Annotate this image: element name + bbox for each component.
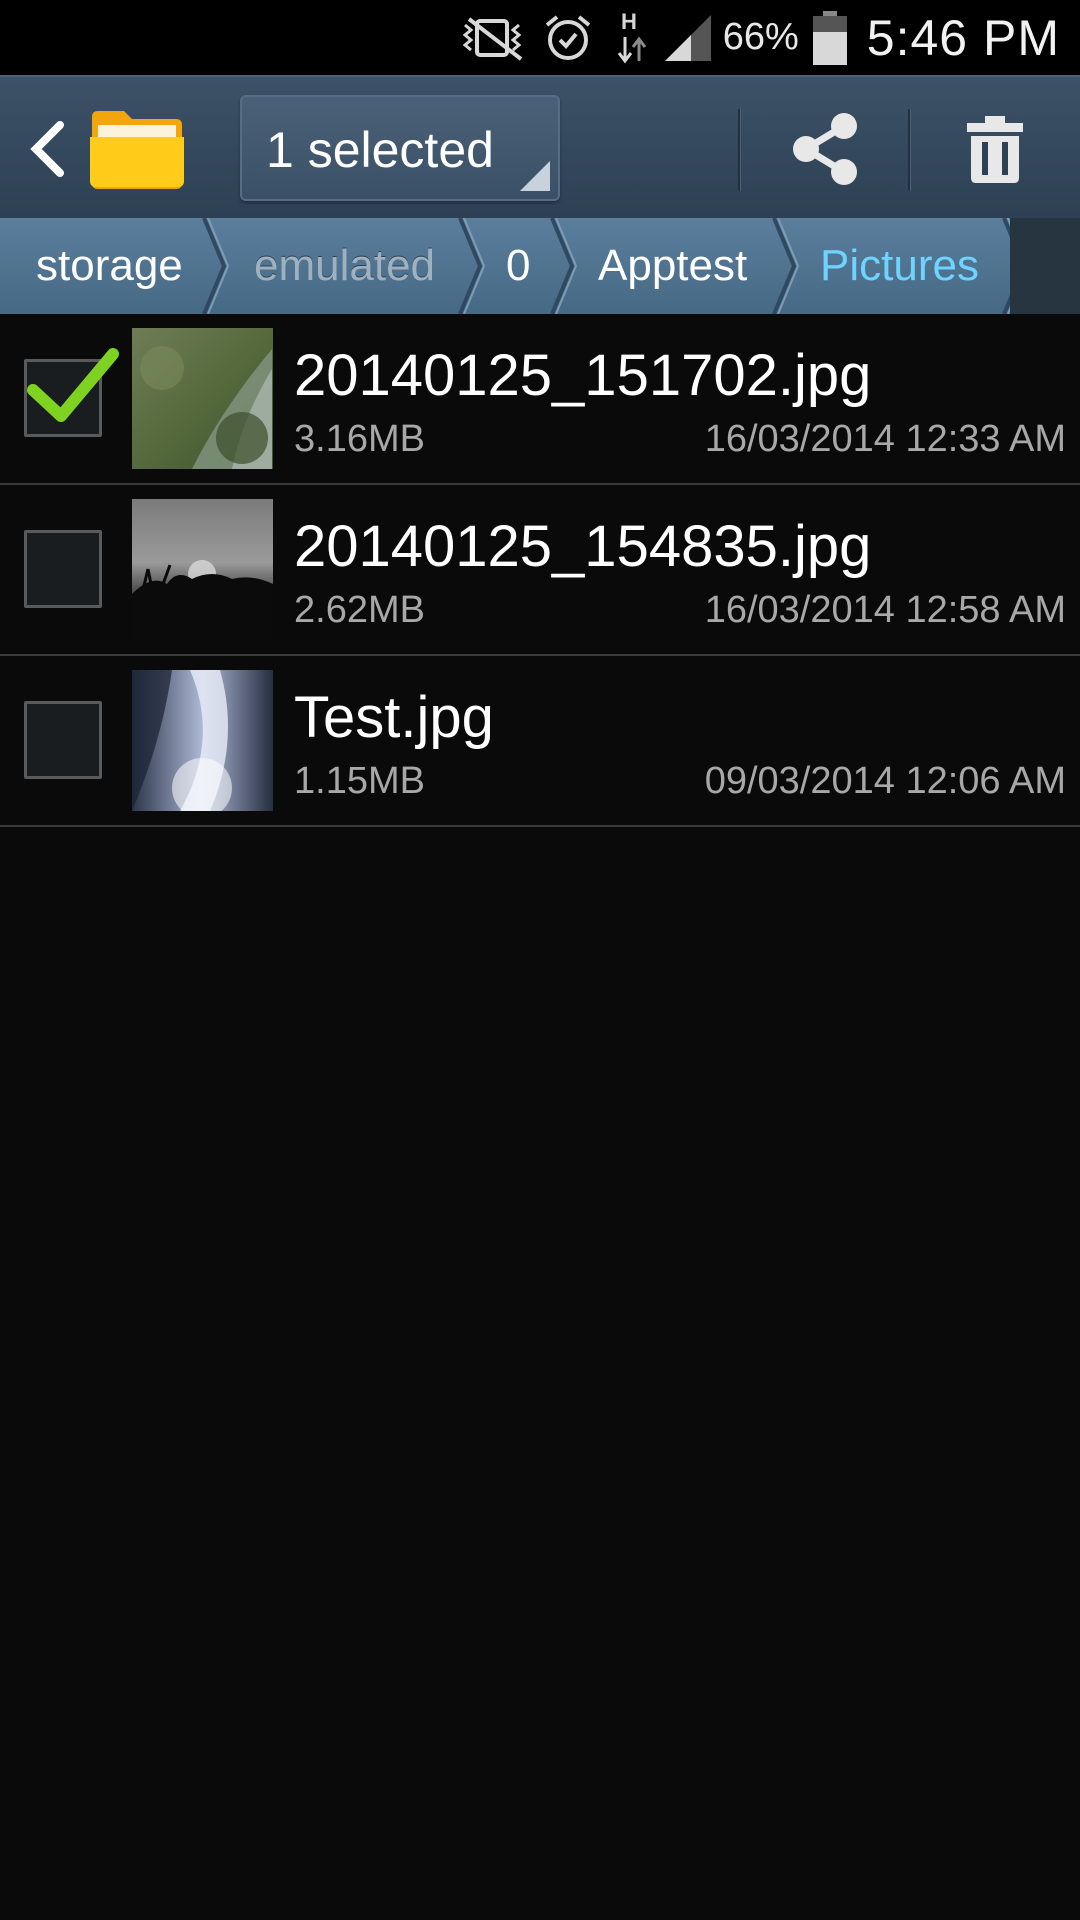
checkmark-icon [27,348,119,422]
clock: 5:46 PM [866,9,1060,66]
breadcrumb-item-emulated[interactable]: emulated [254,218,435,314]
file-thumbnail [132,499,273,640]
file-name: Test.jpg [294,685,494,750]
action-bar: 1 selected [0,75,1080,218]
breadcrumb: storage emulated 0 Apptest Pictures [0,218,1080,314]
breadcrumb-separator-icon [202,218,230,314]
file-date: 16/03/2014 12:33 AM [704,418,1066,460]
hspa-data-icon: H [615,0,649,75]
file-size: 3.16MB [294,418,425,460]
file-date: 09/03/2014 12:06 AM [704,760,1066,802]
action-divider [908,109,910,191]
back-icon [30,121,64,177]
file-size: 2.62MB [294,589,425,631]
file-name: 20140125_151702.jpg [294,343,872,408]
breadcrumb-separator-icon [772,218,800,314]
svg-text:H: H [621,9,637,34]
file-date: 16/03/2014 12:58 AM [704,589,1066,631]
breadcrumb-item-storage[interactable]: storage [36,218,183,314]
action-divider [738,109,740,191]
delete-button[interactable] [940,99,1050,199]
file-thumbnail [132,670,273,811]
vibrate-icon [457,0,529,75]
file-row[interactable]: Test.jpg 1.15MB 09/03/2014 12:06 AM [0,656,1080,827]
battery-percent: 66% [722,16,799,58]
selection-spinner[interactable]: 1 selected [240,95,560,201]
file-row[interactable]: 20140125_154835.jpg 2.62MB 16/03/2014 12… [0,485,1080,656]
folder-icon[interactable] [88,107,186,191]
share-icon [793,113,857,185]
signal-icon [663,0,713,75]
breadcrumb-item-0[interactable]: 0 [506,218,530,314]
selection-count-label: 1 selected [266,122,494,178]
file-size: 1.15MB [294,760,425,802]
status-bar: H 66% 5:46 PM [0,0,1080,75]
breadcrumb-item-pictures[interactable]: Pictures [820,218,979,314]
file-checkbox[interactable] [24,701,102,779]
battery-icon [811,0,849,75]
spinner-corner-icon [520,161,550,191]
alarm-icon [543,0,593,75]
share-button[interactable] [770,99,880,199]
file-checkbox[interactable] [24,348,119,437]
delete-icon [967,116,1023,183]
file-name: 20140125_154835.jpg [294,514,872,579]
file-thumbnail [132,328,273,469]
breadcrumb-end [1010,218,1080,314]
back-button[interactable] [18,107,78,191]
breadcrumb-item-apptest[interactable]: Apptest [598,218,747,314]
file-row[interactable]: 20140125_151702.jpg 3.16MB 16/03/2014 12… [0,314,1080,485]
file-checkbox[interactable] [24,530,102,608]
breadcrumb-separator-icon [550,218,578,314]
breadcrumb-separator-icon [458,218,486,314]
file-list: 20140125_151702.jpg 3.16MB 16/03/2014 12… [0,314,1080,827]
